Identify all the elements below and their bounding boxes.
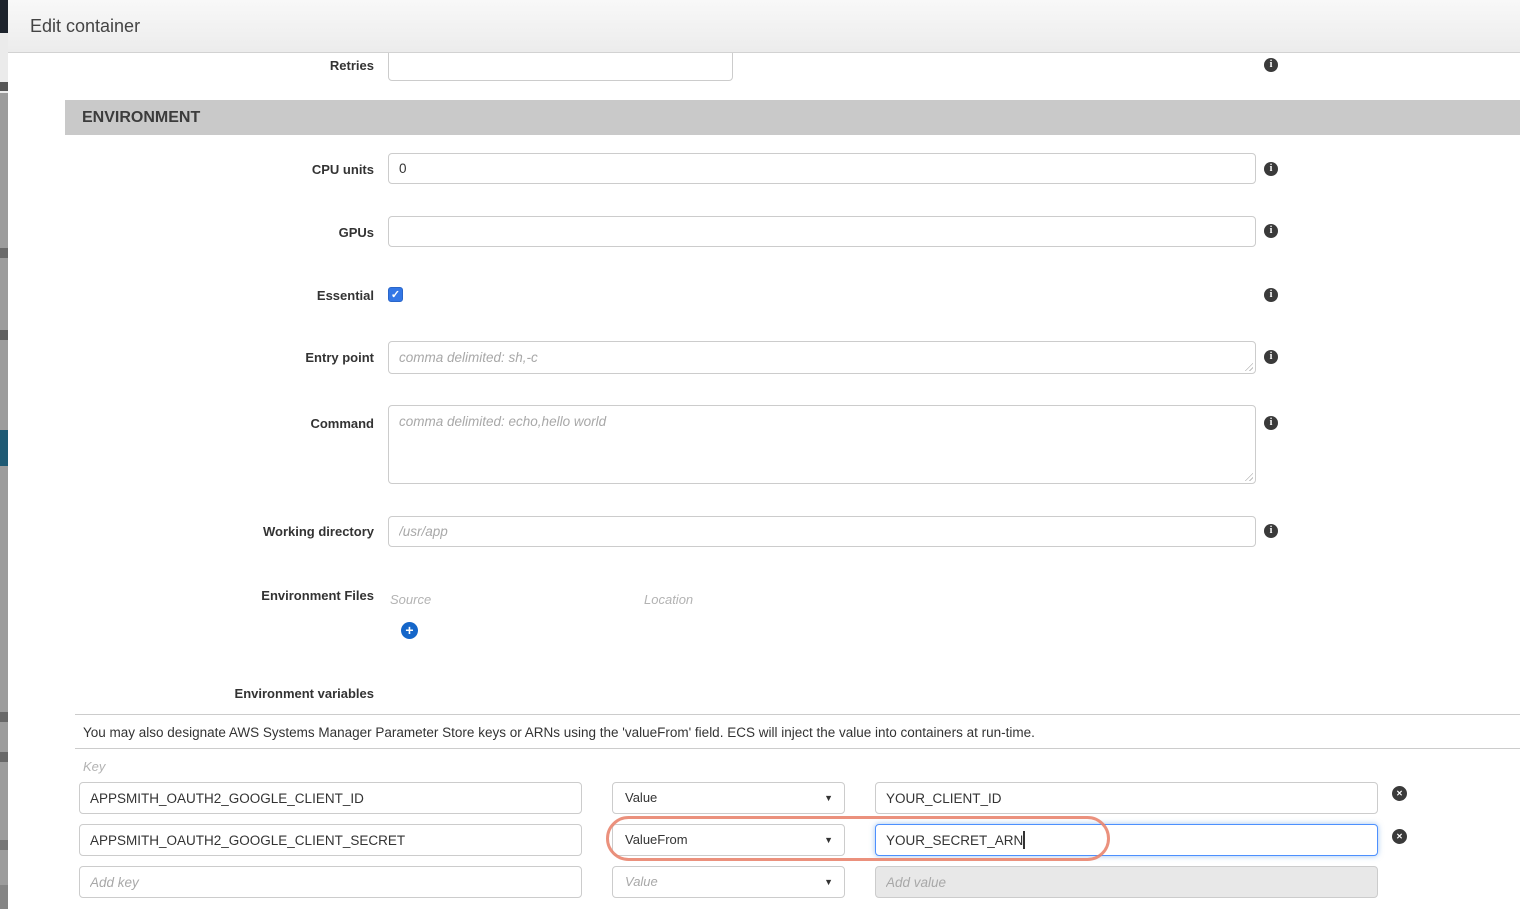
background-highlight-sliver — [0, 430, 8, 466]
chevron-down-icon: ▼ — [824, 783, 833, 813]
env-vars-key-header: Key — [83, 759, 105, 774]
environment-variables-note: You may also designate AWS Systems Manag… — [83, 725, 1035, 740]
command-label: Command — [0, 416, 374, 431]
chevron-down-icon: ▼ — [824, 867, 833, 897]
background-text-fragment — [0, 712, 8, 722]
gpus-info-icon[interactable]: i — [1264, 224, 1278, 238]
environment-section-header: ENVIRONMENT — [65, 100, 1520, 135]
env-var-type-select[interactable]: ValueFrom ▼ — [612, 824, 845, 856]
edit-container-dialog: Edit container Retries i ENVIRONMENT CPU… — [0, 0, 1520, 909]
working-directory-label: Working directory — [0, 524, 374, 539]
cpu-units-label: CPU units — [0, 162, 374, 177]
env-var-type-selected: Value — [625, 790, 657, 805]
cpu-units-input[interactable] — [388, 153, 1256, 184]
essential-checkbox[interactable]: ✓ — [388, 287, 403, 302]
command-info-icon[interactable]: i — [1264, 416, 1278, 430]
retries-label: Retries — [0, 58, 374, 73]
dialog-header: Edit container — [8, 0, 1520, 53]
background-text-fragment — [0, 752, 8, 762]
delete-row-icon[interactable]: ✕ — [1392, 786, 1407, 801]
background-text-fragment — [0, 330, 8, 340]
entry-point-label: Entry point — [0, 350, 374, 365]
essential-label: Essential — [0, 288, 374, 303]
delete-row-icon[interactable]: ✕ — [1392, 829, 1407, 844]
env-var-key-input[interactable] — [79, 824, 582, 856]
cpu-units-info-icon[interactable]: i — [1264, 162, 1278, 176]
retries-info-icon[interactable]: i — [1264, 58, 1278, 72]
environment-variables-label: Environment variables — [0, 686, 374, 701]
divider — [75, 748, 1520, 749]
env-var-type-select[interactable]: Value ▼ — [612, 782, 845, 814]
dialog-title: Edit container — [30, 16, 140, 37]
add-environment-file-button[interactable]: + — [401, 622, 418, 639]
background-navbar-sliver — [0, 0, 8, 33]
command-textarea[interactable] — [388, 405, 1256, 484]
env-var-type-selected: Value — [625, 874, 658, 889]
background-text-fragment — [0, 82, 8, 91]
chevron-down-icon: ▼ — [824, 825, 833, 855]
gpus-input[interactable] — [388, 216, 1256, 247]
env-var-key-input[interactable] — [79, 866, 582, 898]
env-files-location-header: Location — [644, 592, 693, 607]
env-var-value-input[interactable] — [875, 782, 1378, 814]
env-var-type-select[interactable]: Value ▼ — [612, 866, 845, 898]
env-var-value-input[interactable] — [875, 866, 1378, 898]
working-directory-input[interactable] — [388, 516, 1256, 547]
env-var-key-input[interactable] — [79, 782, 582, 814]
background-page-sliver — [0, 0, 8, 909]
env-var-type-selected: ValueFrom — [625, 832, 688, 847]
environment-section-title: ENVIRONMENT — [65, 100, 1520, 135]
entry-point-textarea[interactable] — [388, 341, 1256, 374]
divider — [75, 714, 1520, 715]
essential-info-icon[interactable]: i — [1264, 288, 1278, 302]
entry-point-info-icon[interactable]: i — [1264, 350, 1278, 364]
background-footer-sliver — [0, 885, 8, 909]
background-text-fragment — [0, 248, 8, 258]
text-cursor — [1023, 831, 1025, 849]
background-text-fragment — [0, 840, 8, 850]
working-directory-info-icon[interactable]: i — [1264, 524, 1278, 538]
env-files-source-header: Source — [390, 592, 431, 607]
environment-files-label: Environment Files — [0, 588, 374, 603]
gpus-label: GPUs — [0, 225, 374, 240]
env-var-value-input[interactable] — [875, 824, 1378, 856]
